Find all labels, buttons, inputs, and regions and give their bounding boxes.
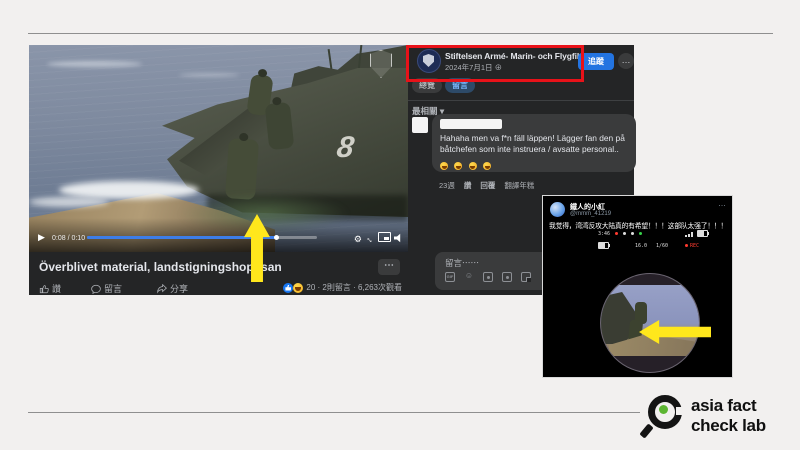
video-title: Överblivet material, landstigningshoppsa… (39, 260, 282, 274)
tab-overview[interactable]: 總覽 (412, 78, 442, 93)
sticker-icon[interactable] (521, 272, 531, 282)
video-control-bar: ▶ 0:08 / 0:10 ⚙ ↔ (29, 218, 408, 252)
comment-emoji-row (440, 157, 628, 166)
video-timestamp: 0:08 / 0:10 (52, 235, 85, 242)
composer-placeholder: 留言⋯⋯ (445, 257, 479, 269)
soldier-jumping (225, 138, 259, 200)
afcl-magnifier-gap (676, 407, 684, 415)
comment-like-link[interactable]: 讚 (464, 180, 472, 191)
white-dot-icon (623, 232, 626, 235)
red-dot-icon (615, 232, 618, 235)
laughing-emoji-icon (469, 162, 477, 170)
like-reaction-icon (283, 283, 293, 293)
video-more-button[interactable]: ⋯ (378, 259, 400, 275)
signal-bars-icon (685, 230, 708, 237)
panel-divider (408, 100, 634, 101)
soldier-on-ramp (265, 102, 295, 150)
composer-icons: GIF ☺ (445, 272, 531, 282)
white-dot-icon (631, 232, 634, 235)
like-label: 讚 (52, 282, 61, 295)
laughing-emoji-icon (454, 162, 462, 170)
osd-rec-time: 3:46 (598, 231, 642, 237)
comment-icon (91, 284, 101, 294)
settings-gear-icon[interactable]: ⚙ (354, 234, 362, 244)
pip-icon[interactable] (378, 232, 391, 242)
logo-line-1: asia fact (691, 396, 756, 416)
share-label: 分享 (170, 282, 188, 295)
reaction-stats[interactable]: 20 · 2則留言 · 6,263次觀看 (283, 282, 402, 293)
scope-video-view[interactable] (600, 273, 700, 373)
post-action-row: 讚 留言 分享 20 · 2則留言 · 6,263次觀看 (29, 282, 408, 295)
osd-shutter: 1/60 (656, 243, 668, 249)
comment-button[interactable]: 留言 (91, 282, 122, 295)
repost-screenshot: 鐵人的小紅 @mmm_41219 … 我觉得，湾湾反攻大陆真的有希望！！！这部队… (542, 195, 733, 378)
fullscreen-icon[interactable]: ↔ (364, 232, 377, 245)
comment-label: 留言 (104, 282, 122, 295)
green-dot-icon (639, 232, 642, 235)
whitecap (179, 73, 239, 77)
like-button[interactable]: 讚 (39, 282, 61, 295)
commenter-avatar-blurred (412, 117, 428, 133)
share-icon (157, 284, 167, 294)
top-divider (28, 33, 773, 34)
osd-battery2 (598, 242, 609, 249)
page-more-button[interactable]: … (618, 53, 634, 69)
haha-reaction-icon (293, 283, 303, 293)
tab-comments[interactable]: 留言 (445, 78, 475, 93)
comment-translate-link[interactable]: 翻譯年糕 (504, 180, 534, 191)
globe-icon: ⊕ (495, 63, 503, 72)
afcl-green-dot (659, 405, 668, 414)
image-icon[interactable] (502, 272, 512, 282)
camera-icon[interactable] (483, 272, 493, 282)
facebook-video-player[interactable]: 8 ▶ 0:08 / 0:10 ⚙ ↔ (29, 45, 408, 252)
repost-more-icon[interactable]: … (718, 199, 726, 208)
laughing-emoji-icon (440, 162, 448, 170)
stats-text: 20 · 2則留言 · 6,263次觀看 (306, 282, 402, 293)
rec-indicator: REC (685, 243, 699, 249)
laughing-emoji-icon (483, 162, 491, 170)
battery-icon (697, 230, 708, 237)
page-name[interactable]: Stiftelsen Armé- Marin- och Flygfilm (445, 51, 587, 61)
rec-dot-icon (685, 244, 688, 247)
repost-handle: @mmm_41219 (570, 211, 611, 217)
repost-avatar[interactable] (550, 202, 565, 217)
fact-check-figure: 8 ▶ 0:08 / 0:10 ⚙ ↔ (0, 0, 800, 450)
comment-bubble: Hahaha men va f*n fäll läppen! Lägger fa… (432, 114, 636, 172)
repost-text: 我觉得，湾湾反攻大陆真的有希望！！！这部队太强了！！！ (549, 220, 729, 230)
page-avatar[interactable] (417, 49, 441, 73)
whitecap (47, 61, 142, 67)
comment-meta-row: 23週 讚 回覆 翻譯年糕 (439, 180, 534, 191)
like-icon (39, 284, 49, 294)
post-date: 2024年7月1日 ⊕ (445, 62, 502, 73)
commenter-name-blurred (440, 119, 502, 129)
gif-icon[interactable]: GIF (445, 272, 455, 282)
play-icon[interactable]: ▶ (38, 232, 45, 243)
emoji-icon[interactable]: ☺ (464, 272, 474, 282)
follow-button[interactable]: 追蹤 (578, 53, 614, 70)
share-button[interactable]: 分享 (157, 282, 188, 295)
wave-foam (29, 197, 109, 207)
volume-icon[interactable] (394, 233, 404, 243)
comment-age: 23週 (439, 180, 455, 191)
comment-text: Hahaha men va f*n fäll läppen! Lägger fa… (440, 133, 628, 155)
osd-aperture: 16.0 (635, 243, 647, 249)
video-title-bar: Överblivet material, landstigningshoppsa… (29, 252, 408, 282)
logo-line-2: check lab (691, 416, 766, 436)
afcl-magnifier-handle (639, 423, 653, 438)
video-progress-bar[interactable] (87, 236, 317, 239)
bottom-divider (28, 412, 640, 413)
comment-reply-link[interactable]: 回覆 (480, 180, 495, 191)
video-progress-knob[interactable] (274, 235, 279, 240)
